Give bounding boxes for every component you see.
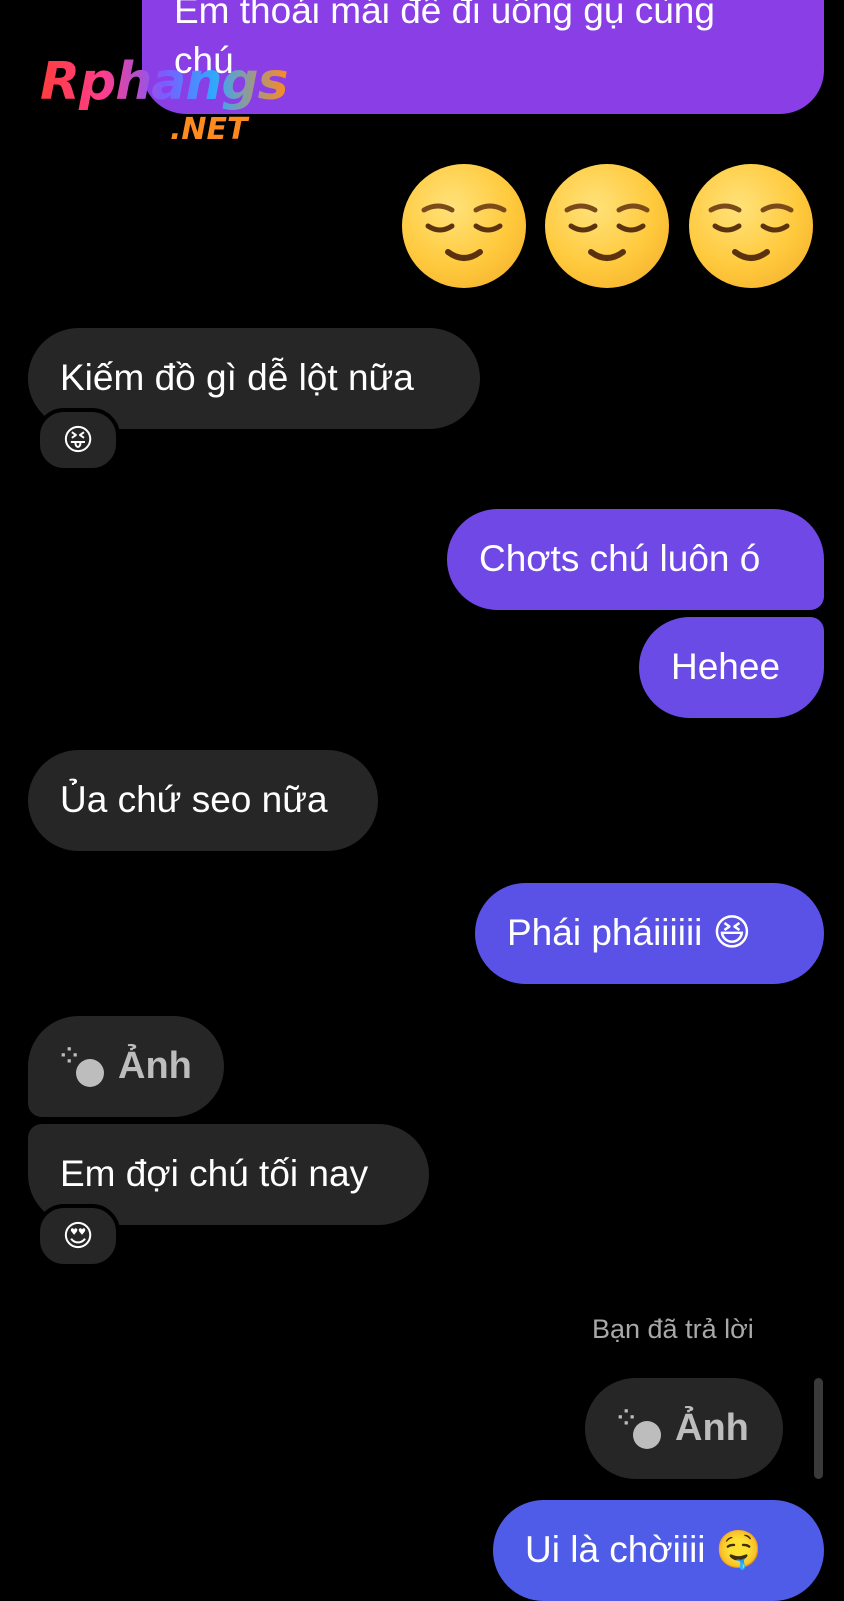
relieved-face-emoji[interactable] bbox=[689, 164, 813, 288]
relieved-face-emoji[interactable] bbox=[545, 164, 669, 288]
watermark-net-text: .NET bbox=[170, 112, 248, 147]
message-text: Ui là chờiiii 🤤 bbox=[525, 1529, 762, 1571]
photo-label: Ảnh bbox=[675, 1406, 749, 1449]
replied-photo-message[interactable]: ⁘ Ảnh bbox=[585, 1378, 783, 1479]
photo-sparkle-icon: ⁘ bbox=[617, 1406, 661, 1451]
reaction-emoji: 😍 bbox=[62, 1219, 94, 1253]
photo-sparkle-icon: ⁘ bbox=[60, 1044, 104, 1089]
reply-indicator-bar bbox=[814, 1378, 823, 1479]
outgoing-message[interactable]: Hehee bbox=[639, 617, 824, 718]
message-text: Chơts chú luôn ó bbox=[479, 538, 761, 580]
message-text: Hehee bbox=[671, 646, 781, 688]
message-text: Ủa chứ seo nữa bbox=[60, 779, 328, 821]
message-reaction[interactable]: 😍 bbox=[36, 1204, 120, 1268]
message-text: Phái pháiiiiii 😆 bbox=[507, 912, 752, 954]
reaction-emoji: 😝 bbox=[62, 423, 94, 457]
incoming-message[interactable]: Ủa chứ seo nữa bbox=[28, 750, 378, 851]
outgoing-message[interactable]: Ui là chờiiii 🤤 bbox=[493, 1500, 824, 1601]
message-text: Kiếm đồ gì dễ lột nữa bbox=[60, 357, 414, 399]
message-text: Em đợi chú tối nay bbox=[60, 1153, 369, 1195]
replied-label: Bạn đã trả lời bbox=[592, 1314, 754, 1344]
outgoing-message[interactable]: Chơts chú luôn ó bbox=[447, 509, 824, 610]
watermark-main-text: Rphangs bbox=[40, 52, 289, 112]
watermark-logo: Rphangs .NET bbox=[40, 52, 289, 147]
message-reaction[interactable]: 😝 bbox=[36, 408, 120, 472]
incoming-photo-message[interactable]: ⁘ Ảnh bbox=[28, 1016, 224, 1117]
message-text-line1: Em thoải mái để đi uống gụ cùng bbox=[174, 0, 715, 31]
outgoing-message[interactable]: Phái pháiiiiii 😆 bbox=[475, 883, 824, 984]
photo-label: Ảnh bbox=[118, 1044, 192, 1087]
relieved-face-emoji[interactable] bbox=[402, 164, 526, 288]
